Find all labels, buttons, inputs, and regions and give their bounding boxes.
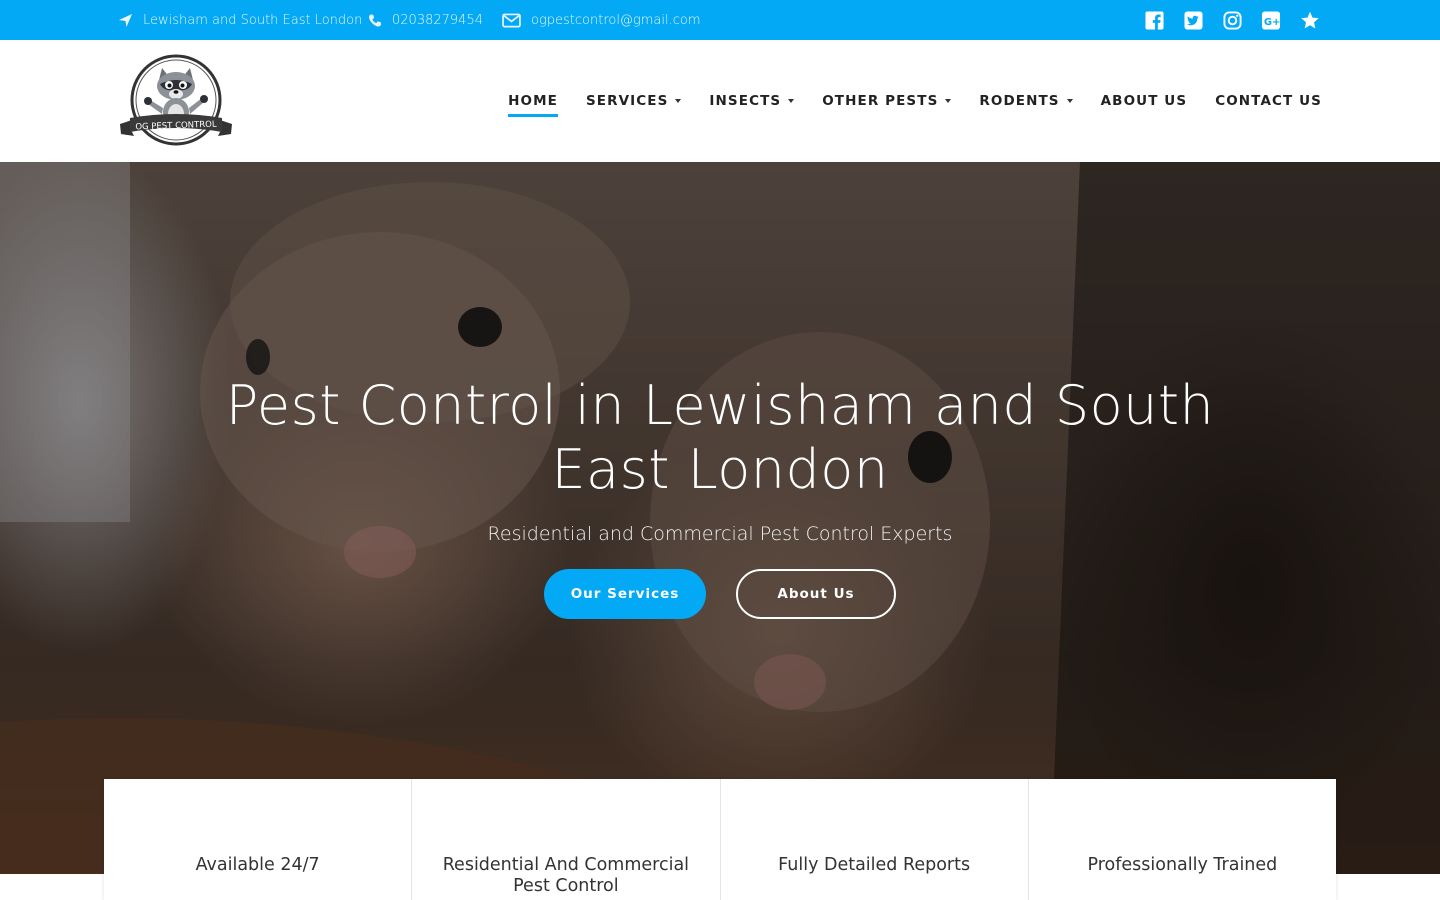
location-text: Lewisham and South East London bbox=[143, 12, 363, 28]
social-links: G+ bbox=[1144, 0, 1320, 40]
caret-down-icon bbox=[675, 99, 682, 103]
hero-title: Pest Control in Lewisham and South East … bbox=[225, 374, 1215, 501]
google-plus-icon[interactable]: G+ bbox=[1261, 10, 1281, 30]
phone-text: 02038279454 bbox=[392, 12, 483, 28]
nav-rodents[interactable]: RODENTS bbox=[979, 93, 1073, 109]
about-us-button[interactable]: About Us bbox=[736, 569, 896, 619]
location-arrow-icon bbox=[118, 13, 133, 27]
feature-title: Residential And Commercial Pest Control bbox=[442, 855, 690, 896]
feature-title: Available 24/7 bbox=[195, 855, 320, 875]
facebook-icon[interactable] bbox=[1144, 10, 1164, 30]
nav-other-pests-label: OTHER PESTS bbox=[822, 93, 939, 109]
email-text: ogpestcontrol@gmail.com bbox=[531, 12, 701, 28]
nav-home-label: HOME bbox=[508, 93, 558, 109]
svg-text:G+: G+ bbox=[1264, 16, 1281, 27]
nav-services[interactable]: SERVICES bbox=[585, 93, 682, 109]
feature-title: Professionally Trained bbox=[1087, 855, 1278, 875]
caret-down-icon bbox=[1066, 99, 1073, 103]
nav-contact-us-label: CONTACT US bbox=[1215, 93, 1322, 109]
instagram-icon[interactable] bbox=[1222, 10, 1242, 30]
feature-card: Fully Detailed Reports bbox=[721, 779, 1029, 900]
nav-contact-us[interactable]: CONTACT US bbox=[1215, 93, 1322, 109]
nav-about-us[interactable]: ABOUT US bbox=[1101, 93, 1188, 109]
phone-info[interactable]: 02038279454 bbox=[368, 0, 483, 40]
nav-rodents-label: RODENTS bbox=[979, 93, 1060, 109]
feature-card: Residential And Commercial Pest Control bbox=[412, 779, 721, 900]
nav-services-label: SERVICES bbox=[585, 93, 669, 109]
main-nav: HOME SERVICES INSECTS OTHER PESTS RODENT… bbox=[480, 40, 1322, 162]
caret-down-icon bbox=[788, 99, 795, 103]
phone-icon bbox=[369, 13, 382, 26]
nav-other-pests[interactable]: OTHER PESTS bbox=[822, 93, 952, 109]
hero-section: Pest Control in Lewisham and South East … bbox=[0, 162, 1440, 874]
caret-down-icon bbox=[945, 99, 952, 103]
hero-overlay bbox=[0, 162, 1440, 874]
nav-about-us-label: ABOUT US bbox=[1100, 93, 1188, 109]
features-row: Available 24/7 Residential And Commercia… bbox=[104, 779, 1336, 900]
location-info: Lewisham and South East London bbox=[118, 0, 362, 40]
feature-card: Available 24/7 bbox=[104, 779, 413, 900]
top-bar: Lewisham and South East London 020382794… bbox=[0, 0, 1440, 40]
raccoon-logo-icon: OG PEST CONTROL bbox=[120, 54, 232, 146]
feature-card: Professionally Trained bbox=[1029, 779, 1336, 900]
site-header: OG PEST CONTROL HOME SERVICES INSECTS OT… bbox=[0, 40, 1440, 162]
star-icon[interactable] bbox=[1300, 10, 1320, 30]
nav-insects[interactable]: INSECTS bbox=[709, 93, 795, 109]
nav-home[interactable]: HOME bbox=[508, 93, 558, 117]
envelope-icon bbox=[502, 13, 521, 27]
nav-insects-label: INSECTS bbox=[709, 93, 782, 109]
feature-title: Fully Detailed Reports bbox=[778, 855, 971, 875]
our-services-button[interactable]: Our Services bbox=[544, 569, 706, 619]
email-info[interactable]: ogpestcontrol@gmail.com bbox=[502, 0, 701, 40]
site-logo[interactable]: OG PEST CONTROL bbox=[118, 54, 234, 148]
hero-subtitle: Residential and Commercial Pest Control … bbox=[487, 523, 953, 545]
twitter-icon[interactable] bbox=[1183, 10, 1203, 30]
